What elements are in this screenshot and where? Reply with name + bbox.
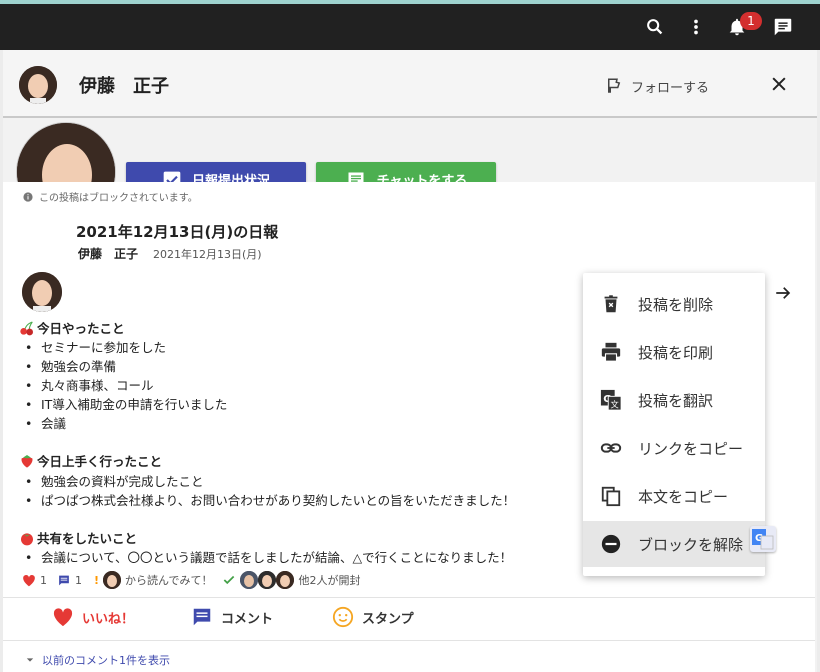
list-item: 勉強会の準備	[25, 356, 116, 375]
header-avatar	[19, 66, 57, 104]
print-icon	[601, 342, 621, 362]
menu-item-delete[interactable]: 投稿を削除	[583, 281, 765, 327]
post-title[interactable]: 2021年12月13日(月)の日報	[76, 221, 278, 242]
post-author-name[interactable]: 伊藤 正子	[78, 245, 138, 262]
reader-avatar	[240, 571, 259, 589]
post-date: 2021年12月13日(月)	[153, 248, 262, 261]
post-context-menu: 投稿を削除 投稿を印刷 G文 投稿を翻訳 リンクをコピー 本文をコピー ブロック…	[583, 273, 765, 576]
menu-item-label: 本文をコピー	[638, 487, 729, 506]
notification-badge: 1	[740, 12, 762, 30]
blocked-notice-text: この投稿はブロックされています。	[39, 193, 198, 204]
cherry-icon	[20, 321, 33, 335]
menu-item-label: ブロックを解除	[638, 535, 744, 554]
reader-avatar	[258, 571, 277, 589]
header-user-name: 伊藤 正子	[79, 76, 169, 97]
list-item: 会議について、〇〇という議題で話をしましたが結論、△で行くことになりました！	[25, 547, 512, 566]
chat-icon[interactable]	[772, 16, 794, 38]
post-author-avatar[interactable]	[22, 272, 62, 312]
blocked-notice: この投稿はブロックされています。	[23, 189, 198, 204]
exclamation-icon: !	[94, 573, 100, 587]
copy-icon	[601, 486, 621, 507]
list-item: 会議	[25, 413, 66, 432]
comment-count: 1	[75, 573, 82, 587]
requester-avatar	[103, 571, 122, 589]
menu-item-label: リンクをコピー	[638, 439, 744, 458]
menu-item-translate[interactable]: G文 投稿を翻訳	[583, 377, 765, 423]
close-icon[interactable]	[769, 74, 789, 94]
like-label: いいね！	[82, 611, 135, 627]
section-heading-text: 今日やったこと	[37, 321, 125, 336]
search-icon[interactable]	[644, 16, 666, 38]
comment-icon	[193, 608, 211, 626]
smiley-icon	[332, 606, 354, 628]
menu-item-label: 投稿を翻訳	[638, 391, 714, 410]
menu-item-label: 投稿を削除	[638, 295, 714, 314]
section-heading: 今日やったこと	[19, 318, 125, 337]
stamp-label: スタンプ	[362, 611, 414, 627]
stamp-button[interactable]: スタンプ	[332, 604, 414, 630]
heart-icon	[53, 608, 73, 627]
comment-button[interactable]: コメント	[191, 604, 273, 630]
trash-icon	[604, 295, 618, 313]
reader-avatar	[276, 571, 295, 589]
show-previous-comments-label: 以前のコメント1件を表示	[42, 654, 170, 667]
top-app-bar: 1	[0, 4, 820, 50]
svg-text:文: 文	[611, 399, 619, 409]
menu-item-copy-text[interactable]: 本文をコピー	[583, 473, 765, 519]
like-count: 1	[40, 573, 47, 587]
info-icon	[23, 191, 33, 202]
opened-text[interactable]: 他2人が開封	[298, 572, 360, 588]
menu-item-unblock[interactable]: ブロックを解除	[583, 521, 765, 567]
list-item: ぱつぱつ株式会社様より、お問い合わせがあり契約したいとの旨をいただきました！	[25, 490, 515, 509]
strawberry-icon	[21, 454, 33, 468]
unblock-icon	[601, 534, 621, 554]
post-meta-row: 1 1 ! から読んでみて！ 他2人が開封	[22, 570, 360, 590]
check-icon	[224, 575, 235, 585]
list-item: IT導入補助金の申請を行いました	[25, 394, 227, 413]
comment-icon	[59, 575, 69, 585]
arrow-right-icon[interactable]	[774, 284, 792, 302]
list-item: 勉強会の資料が完成したこと	[25, 471, 204, 490]
section-heading: 共有をしたいこと	[19, 528, 137, 547]
follow-label: フォローする	[631, 80, 710, 96]
read-request-text: から読んでみて！	[125, 574, 213, 587]
section-heading: 今日上手く行ったこと	[19, 451, 162, 470]
list-item: セミナーに参加をした	[25, 337, 166, 356]
flag-icon	[608, 78, 621, 93]
comment-label: コメント	[221, 611, 274, 627]
translate-icon: G文	[600, 389, 622, 411]
menu-item-print[interactable]: 投稿を印刷	[583, 329, 765, 375]
list-item: 丸々商事様、コール	[25, 375, 154, 394]
google-translate-icon[interactable]: G	[750, 526, 776, 552]
show-previous-comments[interactable]: 以前のコメント1件を表示	[26, 652, 170, 668]
divider	[3, 597, 815, 598]
heart-icon	[23, 574, 35, 586]
section-heading-text: 今日上手く行ったこと	[37, 454, 163, 469]
like-button[interactable]: いいね！	[52, 604, 134, 630]
divider	[3, 640, 815, 641]
tomato-icon	[21, 532, 33, 545]
link-icon	[600, 443, 622, 453]
chevron-down-icon	[26, 658, 34, 662]
more-vert-icon[interactable]	[685, 16, 707, 38]
section-heading-text: 共有をしたいこと	[37, 531, 138, 546]
panel-header: 伊藤 正子 フォローする	[3, 50, 817, 118]
menu-item-label: 投稿を印刷	[638, 343, 714, 362]
menu-item-copy-link[interactable]: リンクをコピー	[583, 425, 765, 471]
follow-button[interactable]: フォローする	[605, 74, 709, 98]
